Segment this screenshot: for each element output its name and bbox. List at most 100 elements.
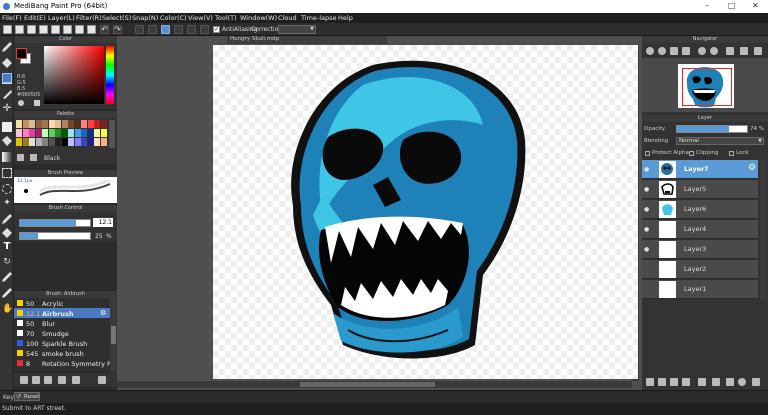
palette-swatch[interactable] bbox=[35, 120, 42, 128]
operation-tool-icon[interactable]: ↻ bbox=[2, 257, 12, 267]
zoom-in-icon[interactable] bbox=[646, 47, 654, 55]
menu-cloud[interactable]: Cloud bbox=[278, 14, 297, 22]
menu-view[interactable]: View(V) bbox=[188, 14, 213, 22]
palette-swatch[interactable] bbox=[100, 120, 107, 128]
add-halftone-layer-icon[interactable] bbox=[658, 378, 666, 386]
palette-swatch[interactable] bbox=[29, 120, 35, 128]
layer-row[interactable]: ● Layer4 bbox=[642, 220, 758, 239]
palette-swatch[interactable] bbox=[16, 129, 22, 137]
palette-swatch[interactable] bbox=[29, 138, 35, 146]
canvas-horizontal-scroll-thumb[interactable] bbox=[300, 382, 435, 387]
layer-row[interactable]: ● Layer3 bbox=[642, 240, 758, 259]
brush-list-item[interactable]: 100 Sparkle Brush bbox=[14, 338, 110, 348]
pen-tool-icon[interactable] bbox=[2, 288, 12, 298]
duplicate-layer-icon[interactable] bbox=[712, 378, 720, 386]
ellipse-icon[interactable] bbox=[187, 25, 196, 34]
eye-icon[interactable]: ● bbox=[644, 226, 650, 233]
menu-tool[interactable]: Tool(T) bbox=[215, 14, 237, 22]
flip-vertical-icon[interactable] bbox=[754, 47, 762, 55]
fit-window-icon[interactable] bbox=[670, 47, 678, 55]
brush-list-item[interactable]: 50 Blur bbox=[14, 318, 110, 328]
new-file-icon[interactable] bbox=[15, 25, 24, 34]
polyline-icon[interactable] bbox=[148, 25, 157, 34]
palette-swatch[interactable] bbox=[16, 138, 22, 146]
clipping-checkbox[interactable] bbox=[689, 151, 694, 156]
palette-swatch[interactable] bbox=[87, 120, 94, 128]
brush-list-scroll-thumb[interactable] bbox=[111, 326, 116, 344]
delete-layer-icon[interactable] bbox=[752, 378, 760, 386]
layer-row[interactable]: ● Layer7 ⚙ bbox=[642, 160, 758, 179]
palette-swatch[interactable] bbox=[61, 120, 68, 128]
reset-rotation-icon[interactable] bbox=[726, 47, 734, 55]
palette-delete-icon[interactable] bbox=[30, 154, 37, 161]
palette-swatch[interactable] bbox=[81, 120, 87, 128]
layer-row[interactable]: Layer1 bbox=[642, 280, 758, 299]
layer-opacity-slider[interactable] bbox=[676, 125, 748, 133]
add-1bit-layer-icon[interactable] bbox=[682, 378, 690, 386]
eye-icon[interactable]: ● bbox=[644, 206, 650, 213]
menu-filter[interactable]: Filter(R) bbox=[76, 14, 102, 22]
grid-icon[interactable] bbox=[75, 25, 84, 34]
gear-icon[interactable]: ⚙ bbox=[748, 163, 756, 173]
palette-swatch[interactable] bbox=[74, 120, 81, 128]
brush-size-slider[interactable] bbox=[19, 219, 91, 227]
select-pen-tool-icon[interactable] bbox=[2, 214, 12, 224]
palette-swatch[interactable] bbox=[94, 129, 100, 137]
open-file-icon[interactable] bbox=[27, 25, 36, 34]
correction-dropdown[interactable]: ▼ bbox=[278, 25, 316, 34]
rotate-right-icon[interactable] bbox=[710, 47, 718, 55]
palette-swatch[interactable] bbox=[74, 138, 81, 146]
magic-wand-tool-icon[interactable]: ✦ bbox=[2, 198, 12, 208]
add-folder-icon[interactable] bbox=[698, 378, 706, 386]
palette-swatch[interactable] bbox=[48, 138, 55, 146]
fill-rect-tool-icon[interactable] bbox=[2, 122, 12, 132]
text-tool-icon[interactable]: T bbox=[2, 242, 12, 252]
color-swap-icon[interactable] bbox=[34, 100, 40, 106]
flip-horizontal-icon[interactable] bbox=[740, 47, 748, 55]
palette-swatch[interactable] bbox=[61, 129, 68, 137]
palette-swatch[interactable] bbox=[35, 138, 42, 146]
menu-select[interactable]: Select(S) bbox=[102, 14, 131, 22]
layer-settings-icon[interactable] bbox=[738, 378, 746, 386]
actual-size-icon[interactable] bbox=[682, 47, 690, 55]
document-canvas[interactable] bbox=[213, 45, 638, 379]
brush-list-scrollbar[interactable] bbox=[110, 298, 117, 372]
layer-list-scrollbar[interactable] bbox=[760, 160, 767, 300]
palette-swatch[interactable] bbox=[68, 138, 74, 146]
polygon-icon[interactable] bbox=[200, 25, 209, 34]
add-8bit-layer-icon[interactable] bbox=[670, 378, 678, 386]
navigator-viewport-frame[interactable] bbox=[682, 68, 732, 106]
palette-swatch[interactable] bbox=[22, 138, 29, 146]
layer-row[interactable]: ● Layer6 bbox=[642, 200, 758, 219]
palette-swatch[interactable] bbox=[81, 129, 87, 137]
palette-swatch[interactable] bbox=[68, 120, 74, 128]
palette-swatch[interactable] bbox=[68, 129, 74, 137]
canvas-horizontal-scrollbar[interactable] bbox=[117, 381, 632, 388]
eye-icon[interactable]: ● bbox=[644, 246, 650, 253]
save-icon[interactable] bbox=[39, 25, 48, 34]
palette-swatch[interactable] bbox=[29, 129, 35, 137]
document-tab[interactable]: Hungry Skull.mdp bbox=[227, 36, 387, 44]
move-tool-icon[interactable]: ✛ bbox=[2, 104, 12, 114]
menu-timelapse[interactable]: Time-lapse bbox=[301, 14, 337, 22]
palette-swatch[interactable] bbox=[74, 129, 81, 137]
zoom-out-icon[interactable] bbox=[658, 47, 666, 55]
layer-row[interactable]: Layer2 bbox=[642, 260, 758, 279]
layer-blending-dropdown[interactable]: Normal ▼ bbox=[676, 137, 764, 145]
palette-swatch[interactable] bbox=[61, 138, 68, 146]
brush-list-item[interactable]: 50 Acrylic bbox=[14, 298, 110, 308]
lasso-tool-icon[interactable] bbox=[3, 90, 12, 99]
add-brush-icon[interactable] bbox=[32, 376, 40, 384]
palette-swatch[interactable] bbox=[87, 129, 94, 137]
palette-swatch[interactable] bbox=[48, 120, 55, 128]
palette-swatch[interactable] bbox=[22, 120, 29, 128]
palette-swatch[interactable] bbox=[100, 138, 107, 146]
palette-swatch[interactable] bbox=[94, 138, 100, 146]
delete-brush-icon[interactable] bbox=[98, 376, 106, 384]
eye-icon[interactable]: ● bbox=[644, 166, 650, 173]
menu-color[interactable]: Color(C) bbox=[160, 14, 187, 22]
selection-tool-icon[interactable] bbox=[2, 73, 12, 83]
eye-icon[interactable]: ● bbox=[644, 186, 650, 193]
color-sv-picker[interactable] bbox=[44, 46, 104, 104]
redo-icon[interactable]: ↷ bbox=[113, 25, 122, 34]
